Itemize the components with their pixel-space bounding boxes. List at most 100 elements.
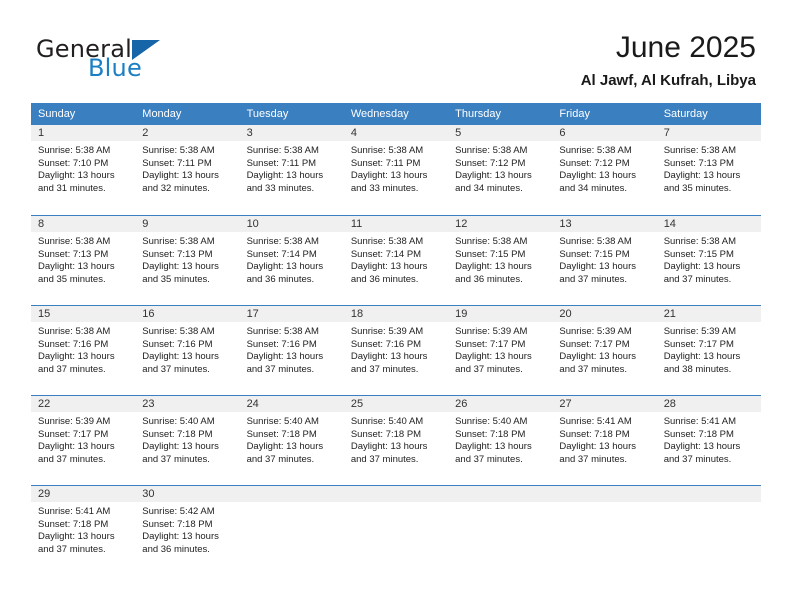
sunset-line: Sunset: 7:18 PM xyxy=(350,428,422,440)
general-blue-logo[interactable]: General Blue xyxy=(36,36,266,86)
sunset-line: Sunset: 7:17 PM xyxy=(663,338,734,350)
calendar-day-cell[interactable]: 5 Sunrise: 5:38 AM Sunset: 7:12 PM Daylight… xyxy=(448,125,553,215)
calendar-day-cell[interactable]: 23 Sunrise: 5:40 AM Sunset: 7:18 PM Dayligh… xyxy=(135,395,240,485)
daylight-line: Daylight: 13 hours and 37 minutes. xyxy=(663,441,741,465)
calendar-empty-cell xyxy=(656,485,761,575)
day-number: 18 xyxy=(343,306,449,322)
calendar-day-cell[interactable]: 13 Sunrise: 5:38 AM Sunset: 7:15 PM Dayligh… xyxy=(552,215,657,305)
calendar-day-cell[interactable]: 19 Sunrise: 5:39 AM Sunset: 7:17 PM Dayligh… xyxy=(448,305,553,395)
day-number xyxy=(656,486,761,502)
day-number: 7 xyxy=(656,125,761,141)
sunrise-line: Sunrise: 5:38 AM xyxy=(350,145,424,156)
day-details: Sunrise: 5:41 AM Sunset: 7:18 PM Daylight:… xyxy=(657,412,761,466)
calendar-day-cell[interactable]: 30 Sunrise: 5:42 AM Sunset: 7:18 PM Dayligh… xyxy=(135,485,240,575)
sunset-line: Sunset: 7:13 PM xyxy=(142,248,213,260)
calendar-day-cell[interactable]: 22 Sunrise: 5:39 AM Sunset: 7:17 PM Dayligh… xyxy=(31,395,136,485)
day-number xyxy=(552,486,657,502)
sunset-line: Sunset: 7:12 PM xyxy=(455,157,526,169)
daylight-line: Daylight: 13 hours and 37 minutes. xyxy=(246,441,324,465)
sunrise-line: Sunrise: 5:42 AM xyxy=(142,506,215,517)
weekday-header-friday: Friday xyxy=(552,103,657,125)
daylight-line: Daylight: 13 hours and 34 minutes. xyxy=(559,170,636,194)
daylight-line: Daylight: 13 hours and 37 minutes. xyxy=(142,441,219,465)
sunrise-sunset-calendar: Sunday Monday Tuesday Wednesday Thursday Frid… xyxy=(31,103,761,575)
calendar-day-cell[interactable]: 2 Sunrise: 5:38 AM Sunset: 7:11 PM Daylight… xyxy=(135,125,240,215)
daylight-line: Daylight: 13 hours and 37 minutes. xyxy=(38,531,115,555)
day-details: Sunrise: 5:39 AM Sunset: 7:17 PM Daylight:… xyxy=(552,322,656,376)
calendar-day-cell[interactable]: 3 Sunrise: 5:38 AM Sunset: 7:11 PM Daylight… xyxy=(239,125,344,215)
sunset-line: Sunset: 7:18 PM xyxy=(142,428,213,440)
calendar-day-cell[interactable]: 7 Sunrise: 5:38 AM Sunset: 7:13 PM Daylight… xyxy=(656,125,761,215)
calendar-week-row: 15 Sunrise: 5:38 AM Sunset: 7:16 PM Dayligh… xyxy=(31,305,761,395)
weekday-header-wednesday: Wednesday xyxy=(343,103,449,125)
day-number: 17 xyxy=(239,306,344,322)
calendar-day-cell[interactable]: 16 Sunrise: 5:38 AM Sunset: 7:16 PM Dayligh… xyxy=(135,305,240,395)
calendar-day-cell[interactable]: 8 Sunrise: 5:38 AM Sunset: 7:13 PM Daylight… xyxy=(31,215,136,305)
calendar-week-row: 1 Sunrise: 5:38 AM Sunset: 7:10 PM Daylight… xyxy=(31,125,761,215)
sunset-line: Sunset: 7:18 PM xyxy=(246,428,317,440)
sunrise-line: Sunrise: 5:38 AM xyxy=(559,236,632,247)
calendar-day-cell[interactable]: 10 Sunrise: 5:38 AM Sunset: 7:14 PM Dayligh… xyxy=(239,215,344,305)
daylight-line: Daylight: 13 hours and 37 minutes. xyxy=(350,351,428,375)
calendar-day-cell[interactable]: 6 Sunrise: 5:38 AM Sunset: 7:12 PM Daylight… xyxy=(552,125,657,215)
day-details: Sunrise: 5:41 AM Sunset: 7:18 PM Daylight:… xyxy=(552,412,656,466)
day-number: 2 xyxy=(135,125,240,141)
day-details: Sunrise: 5:38 AM Sunset: 7:13 PM Daylight:… xyxy=(657,141,761,195)
day-details: Sunrise: 5:40 AM Sunset: 7:18 PM Daylight:… xyxy=(448,412,552,466)
calendar-day-cell[interactable]: 21 Sunrise: 5:39 AM Sunset: 7:17 PM Dayligh… xyxy=(656,305,761,395)
sunset-line: Sunset: 7:14 PM xyxy=(350,248,422,260)
logo-text-blue: Blue xyxy=(88,54,142,82)
daylight-line: Daylight: 13 hours and 35 minutes. xyxy=(142,261,219,285)
day-number xyxy=(343,486,449,502)
day-details: Sunrise: 5:38 AM Sunset: 7:16 PM Daylight:… xyxy=(31,322,135,376)
sunrise-line: Sunrise: 5:38 AM xyxy=(455,236,528,247)
day-number: 14 xyxy=(656,216,761,232)
day-details: Sunrise: 5:38 AM Sunset: 7:15 PM Daylight:… xyxy=(552,232,656,286)
calendar-day-cell[interactable]: 9 Sunrise: 5:38 AM Sunset: 7:13 PM Daylight… xyxy=(135,215,240,305)
sunset-line: Sunset: 7:16 PM xyxy=(350,338,422,350)
daylight-line: Daylight: 13 hours and 36 minutes. xyxy=(455,261,532,285)
day-details: Sunrise: 5:38 AM Sunset: 7:16 PM Daylight:… xyxy=(135,322,239,376)
calendar-day-cell[interactable]: 18 Sunrise: 5:39 AM Sunset: 7:16 PM Dayligh… xyxy=(343,305,449,395)
page-header: General Blue June 2025 Al Jawf, Al Kufra… xyxy=(0,0,792,100)
calendar-day-cell[interactable]: 25 Sunrise: 5:40 AM Sunset: 7:18 PM Dayligh… xyxy=(343,395,449,485)
sunrise-line: Sunrise: 5:38 AM xyxy=(455,145,528,156)
calendar-day-cell[interactable]: 24 Sunrise: 5:40 AM Sunset: 7:18 PM Dayligh… xyxy=(239,395,344,485)
calendar-day-cell[interactable]: 1 Sunrise: 5:38 AM Sunset: 7:10 PM Daylight… xyxy=(31,125,136,215)
weekday-header-sunday: Sunday xyxy=(31,103,136,125)
calendar-day-cell[interactable]: 29 Sunrise: 5:41 AM Sunset: 7:18 PM Dayligh… xyxy=(31,485,136,575)
calendar-day-cell[interactable]: 11 Sunrise: 5:38 AM Sunset: 7:14 PM Dayligh… xyxy=(343,215,449,305)
calendar-day-cell[interactable]: 4 Sunrise: 5:38 AM Sunset: 7:11 PM Daylight… xyxy=(343,125,449,215)
sunset-line: Sunset: 7:11 PM xyxy=(246,157,317,169)
day-details: Sunrise: 5:38 AM Sunset: 7:16 PM Daylight:… xyxy=(240,322,344,376)
day-number: 24 xyxy=(239,396,344,412)
sunrise-line: Sunrise: 5:41 AM xyxy=(559,416,632,427)
day-details: Sunrise: 5:39 AM Sunset: 7:17 PM Daylight:… xyxy=(657,322,761,376)
sunrise-line: Sunrise: 5:38 AM xyxy=(663,145,737,156)
sunset-line: Sunset: 7:18 PM xyxy=(142,518,213,530)
day-details: Sunrise: 5:38 AM Sunset: 7:14 PM Daylight:… xyxy=(240,232,344,286)
day-number: 13 xyxy=(552,216,657,232)
calendar-day-cell[interactable]: 28 Sunrise: 5:41 AM Sunset: 7:18 PM Dayligh… xyxy=(656,395,761,485)
calendar-empty-cell xyxy=(448,485,553,575)
day-number xyxy=(239,486,344,502)
sunset-line: Sunset: 7:13 PM xyxy=(38,248,109,260)
location-subtitle: Al Jawf, Al Kufrah, Libya xyxy=(580,72,756,89)
sunrise-line: Sunrise: 5:40 AM xyxy=(142,416,215,427)
daylight-line: Daylight: 13 hours and 37 minutes. xyxy=(559,261,636,285)
daylight-line: Daylight: 13 hours and 33 minutes. xyxy=(350,170,428,194)
calendar-day-cell[interactable]: 14 Sunrise: 5:38 AM Sunset: 7:15 PM Dayligh… xyxy=(656,215,761,305)
calendar-day-cell[interactable]: 27 Sunrise: 5:41 AM Sunset: 7:18 PM Dayligh… xyxy=(552,395,657,485)
day-details: Sunrise: 5:38 AM Sunset: 7:11 PM Daylight:… xyxy=(240,141,344,195)
calendar-day-cell[interactable]: 17 Sunrise: 5:38 AM Sunset: 7:16 PM Dayligh… xyxy=(239,305,344,395)
weekday-header-tuesday: Tuesday xyxy=(239,103,344,125)
day-details: Sunrise: 5:40 AM Sunset: 7:18 PM Daylight:… xyxy=(344,412,448,466)
calendar-empty-cell xyxy=(343,485,449,575)
calendar-day-cell[interactable]: 15 Sunrise: 5:38 AM Sunset: 7:16 PM Dayligh… xyxy=(31,305,136,395)
calendar-body: 1 Sunrise: 5:38 AM Sunset: 7:10 PM Daylight… xyxy=(31,125,761,575)
calendar-day-cell[interactable]: 12 Sunrise: 5:38 AM Sunset: 7:15 PM Dayligh… xyxy=(448,215,553,305)
day-details: Sunrise: 5:38 AM Sunset: 7:11 PM Daylight:… xyxy=(344,141,448,195)
sunrise-line: Sunrise: 5:38 AM xyxy=(38,326,111,337)
calendar-day-cell[interactable]: 26 Sunrise: 5:40 AM Sunset: 7:18 PM Dayligh… xyxy=(448,395,553,485)
calendar-day-cell[interactable]: 20 Sunrise: 5:39 AM Sunset: 7:17 PM Dayligh… xyxy=(552,305,657,395)
